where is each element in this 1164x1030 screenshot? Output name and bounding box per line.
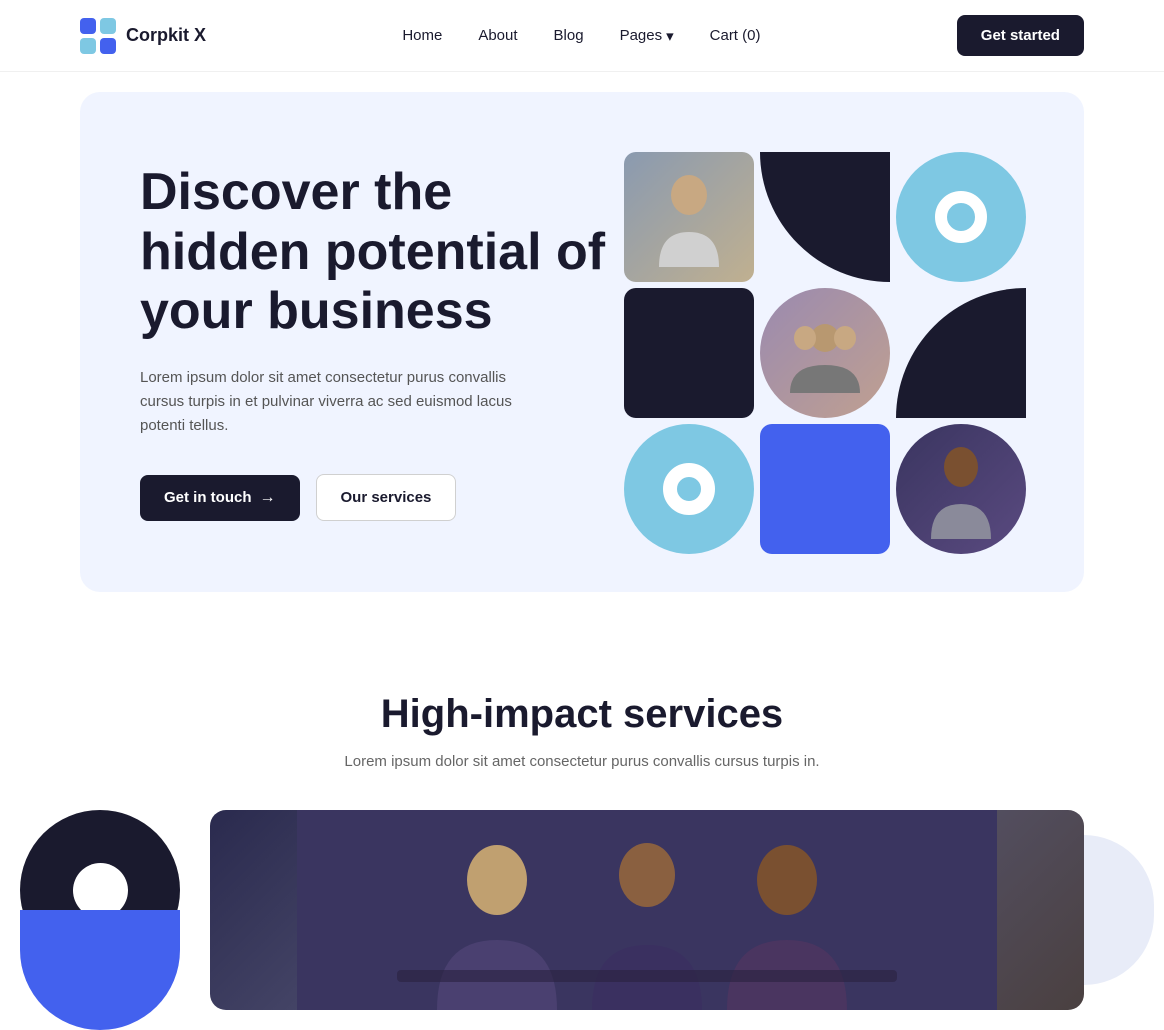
hero-buttons: Get in touch → Our services <box>140 474 620 521</box>
logo-icon <box>80 18 116 54</box>
mosaic-cell-group <box>760 288 890 418</box>
hero-description: Lorem ipsum dolor sit amet consectetur p… <box>140 366 540 438</box>
mosaic-cell-person1 <box>624 152 754 282</box>
hero-mosaic-grid <box>624 152 1024 554</box>
group-photo <box>760 288 890 418</box>
hero-content: Discover the hidden potential of your bu… <box>140 163 620 521</box>
deco-right-semi <box>1084 835 1154 985</box>
get-in-touch-button[interactable]: Get in touch → <box>140 475 300 521</box>
services-right-decoration <box>1084 810 1164 985</box>
team-svg <box>297 810 997 1010</box>
services-description: Lorem ipsum dolor sit amet consectetur p… <box>332 753 832 770</box>
hero-visual <box>624 152 1024 532</box>
our-services-button[interactable]: Our services <box>316 474 457 521</box>
mosaic-cell-lightblue2 <box>624 424 754 554</box>
mosaic-cell-dark1 <box>760 152 890 282</box>
nav-about[interactable]: About <box>478 27 517 44</box>
services-main-image <box>210 810 1084 1010</box>
mosaic-cell-lightblue-circle <box>896 152 1026 282</box>
inner-circle-1 <box>935 191 987 243</box>
nav-pages-label: Pages <box>620 27 663 44</box>
inner-circle-2 <box>663 463 715 515</box>
logo-link[interactable]: Corpkit X <box>80 18 206 54</box>
nav-home[interactable]: Home <box>402 27 442 44</box>
services-visual-row <box>0 810 1164 1030</box>
services-team-photo <box>210 810 1084 1010</box>
nav-links: Home About Blog Pages ▾ Cart (0) <box>402 27 760 45</box>
hero-section: Discover the hidden potential of your bu… <box>80 92 1084 592</box>
services-title: High-impact services <box>80 692 1084 737</box>
deco-blue-half <box>20 910 180 1030</box>
nav-blog[interactable]: Blog <box>554 27 584 44</box>
mosaic-cell-person2 <box>896 424 1026 554</box>
mosaic-cell-dark2 <box>624 288 754 418</box>
services-left-decoration <box>0 810 210 1030</box>
mosaic-cell-blue <box>760 424 890 554</box>
logo-text: Corpkit X <box>126 25 206 46</box>
mosaic-cell-dark3 <box>896 288 1026 418</box>
services-section: High-impact services Lorem ipsum dolor s… <box>0 612 1164 810</box>
hero-title: Discover the hidden potential of your bu… <box>140 163 620 342</box>
nav-cart[interactable]: Cart (0) <box>710 27 761 44</box>
person1-photo <box>624 152 754 282</box>
nav-pages-dropdown[interactable]: Pages ▾ <box>620 27 674 45</box>
get-started-button[interactable]: Get started <box>957 15 1084 56</box>
person2-photo <box>896 424 1026 554</box>
chevron-down-icon: ▾ <box>666 27 674 45</box>
navbar: Corpkit X Home About Blog Pages ▾ Cart (… <box>0 0 1164 72</box>
arrow-right-icon: → <box>260 489 276 507</box>
